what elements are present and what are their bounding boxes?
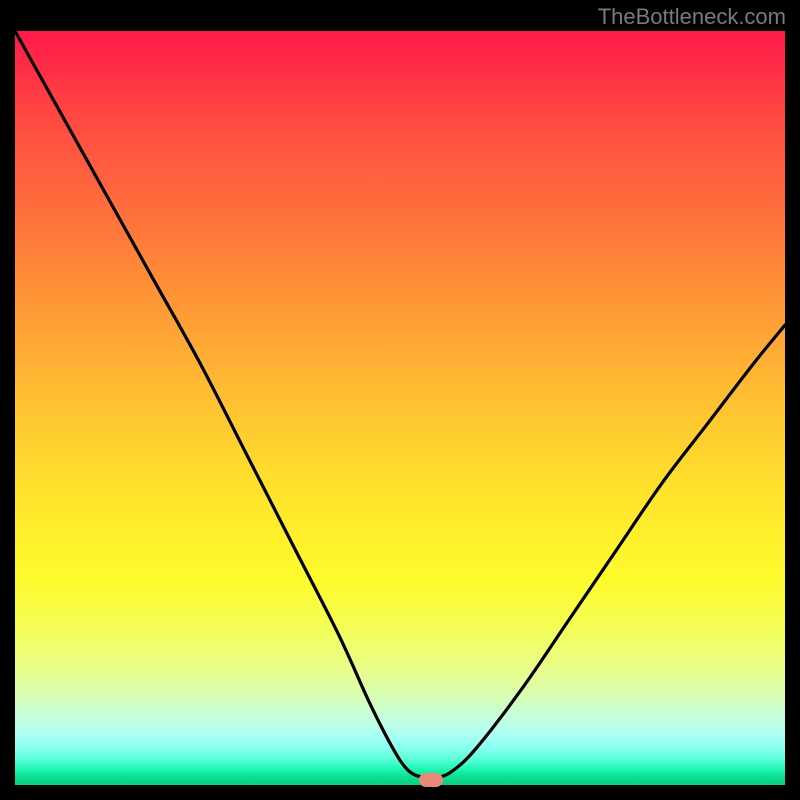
optimal-point-marker	[419, 773, 443, 787]
attribution-text: TheBottleneck.com	[598, 4, 786, 30]
chart-background-gradient	[15, 31, 785, 785]
chart-frame	[15, 31, 785, 785]
